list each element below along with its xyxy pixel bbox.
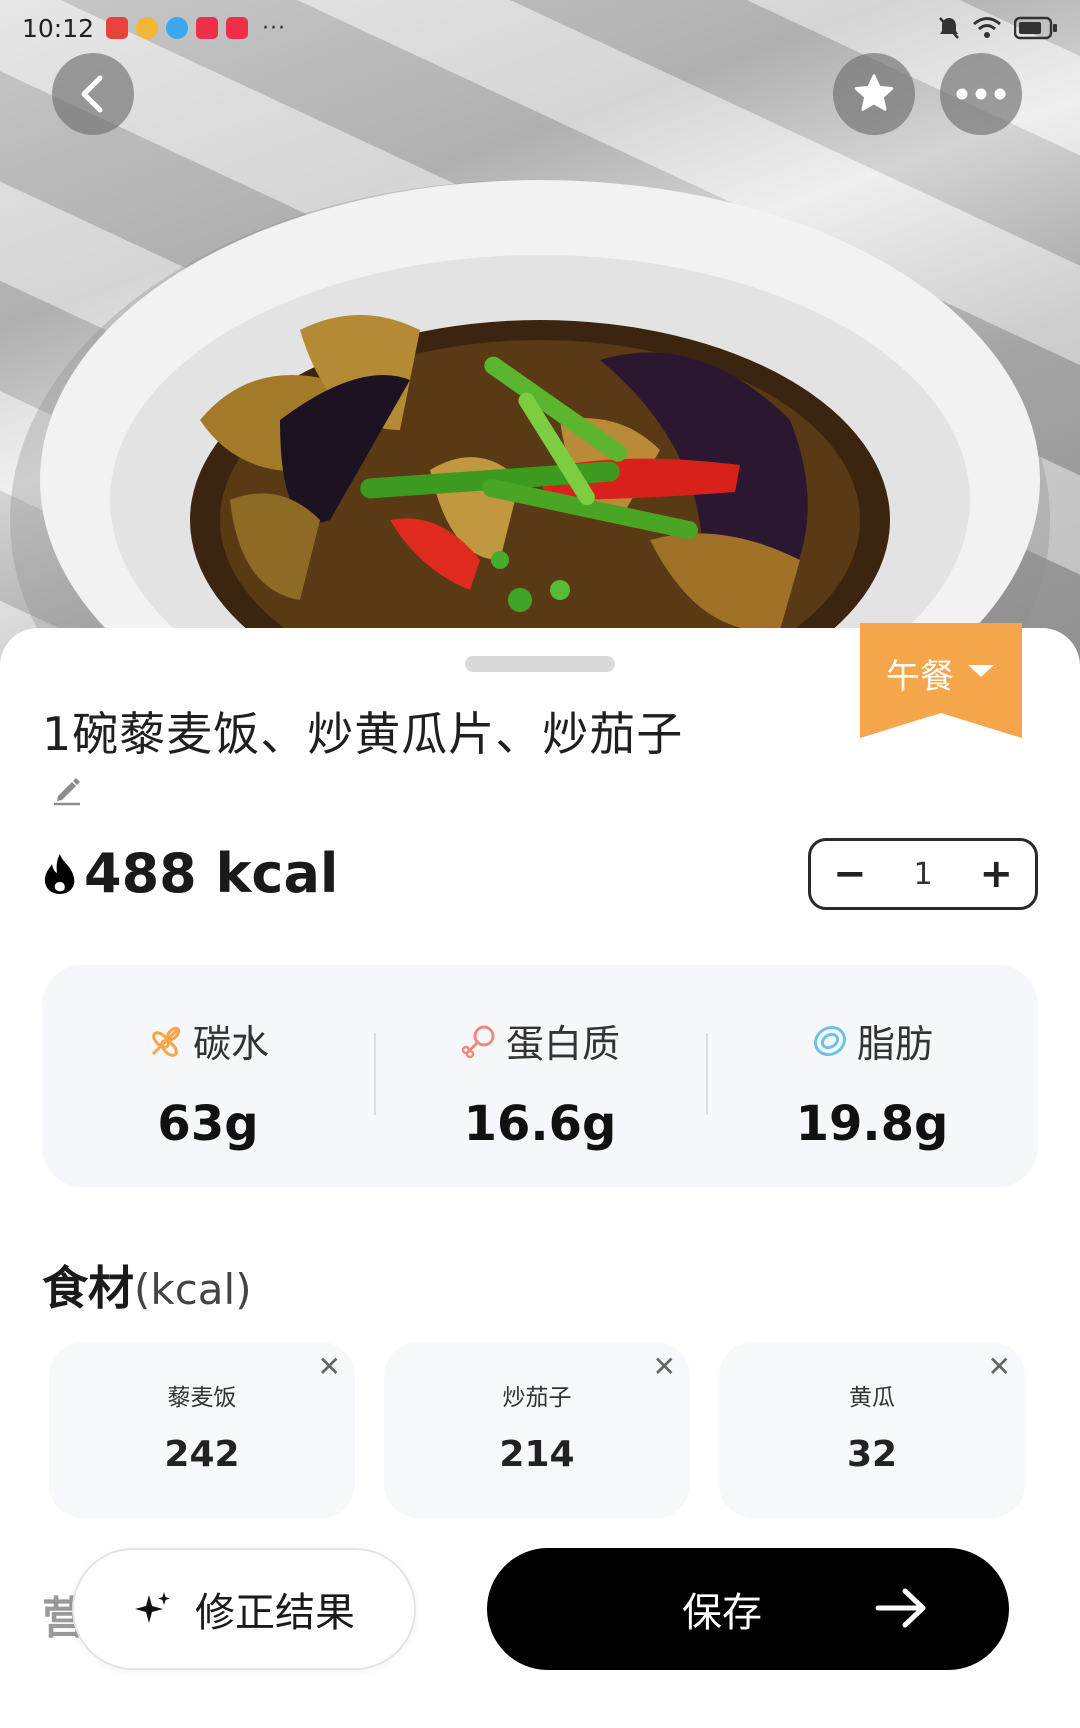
weibo-icon (136, 17, 159, 39)
back-button[interactable] (52, 53, 134, 135)
macro-carbs-value: 63g (157, 1096, 259, 1152)
ingredient-kcal: 242 (164, 1434, 240, 1475)
ingredient-name: 炒茄子 (502, 1385, 572, 1411)
ingredient-kcal: 214 (499, 1434, 575, 1475)
macro-fat-label: 脂肪 (856, 1022, 933, 1066)
shopping-app-icon-2 (226, 17, 249, 39)
ingredient-kcal: 32 (846, 1434, 898, 1475)
shopping-app-icon (196, 17, 219, 39)
chevron-left-icon (81, 75, 103, 113)
pencil-icon (54, 778, 80, 806)
more-notifications-icon: ··· (262, 15, 287, 41)
notification-app-icon (106, 17, 129, 39)
fat-drop-icon (813, 1025, 847, 1056)
remove-ingredient-close-icon[interactable]: ✕ (318, 1350, 341, 1383)
mute-icon (939, 17, 959, 39)
ingredients-unit: (kcal) (134, 1265, 252, 1314)
fix-result-button[interactable]: 修正结果 (72, 1548, 416, 1670)
macro-carbs-label: 碳水 (192, 1022, 269, 1066)
portion-stepper: − 1 + (808, 838, 1038, 910)
save-label: 保存 (682, 1590, 762, 1636)
wifi-icon (973, 17, 1001, 38)
ingredient-card[interactable]: 藜麦饭 242 ✕ (49, 1342, 355, 1518)
sheet-drag-handle[interactable] (465, 656, 615, 672)
macro-protein-value: 16.6g (463, 1096, 617, 1152)
meal-type-label: 午餐 (886, 657, 954, 697)
edit-title-button[interactable] (50, 772, 84, 806)
ingredient-card[interactable]: 黄瓜 32 ✕ (719, 1342, 1025, 1518)
decrease-button[interactable]: − (833, 854, 867, 894)
increase-button[interactable]: + (979, 854, 1013, 894)
status-bar: 10:12 ··· (0, 0, 1080, 56)
macro-protein-label: 蛋白质 (505, 1022, 620, 1066)
portion-quantity: 1 (913, 856, 933, 892)
ingredients-title: 食材 (42, 1261, 134, 1315)
fix-result-label: 修正结果 (195, 1590, 355, 1636)
favorite-button[interactable] (833, 53, 915, 135)
save-button[interactable]: 保存 (487, 1548, 1009, 1670)
ingredients-heading: 食材(kcal) (42, 1252, 252, 1318)
calorie-value: 488 kcal (84, 842, 339, 905)
flame-icon (44, 853, 75, 894)
macro-fat-value: 19.8g (795, 1096, 949, 1152)
remove-ingredient-close-icon[interactable]: ✕ (988, 1350, 1011, 1383)
more-button[interactable] (940, 53, 1022, 135)
ingredient-card[interactable]: 炒茄子 214 ✕ (384, 1342, 690, 1518)
sparkle-icon (135, 1592, 170, 1623)
ingredient-name: 黄瓜 (849, 1385, 895, 1411)
dish-photo (0, 0, 1080, 700)
macro-carbs: 碳水 63g (42, 965, 374, 1187)
remove-ingredient-close-icon[interactable]: ✕ (653, 1350, 676, 1383)
arrow-right-icon (875, 1588, 926, 1628)
browser-icon (166, 17, 189, 39)
macro-protein: 蛋白质 16.6g (374, 965, 706, 1187)
drumstick-icon (461, 1025, 495, 1058)
calorie-summary: 488 kcal (40, 842, 338, 905)
ingredient-name: 藜麦饭 (167, 1385, 237, 1411)
battery-icon (1014, 16, 1057, 40)
wheat-icon (151, 1026, 181, 1057)
meal-type-selector[interactable]: 午餐 (860, 623, 1022, 738)
star-icon (854, 74, 894, 111)
more-horizontal-icon (956, 88, 1006, 100)
macros-card: 碳水 63g 蛋白质 16.6g 脂肪 19.8g (42, 965, 1038, 1187)
dish-title: 1碗藜麦饭、炒黄瓜片、炒茄子 (42, 707, 684, 761)
dropdown-caret-icon (968, 665, 994, 677)
status-time: 10:12 (22, 13, 95, 43)
macro-fat: 脂肪 19.8g (706, 965, 1038, 1187)
